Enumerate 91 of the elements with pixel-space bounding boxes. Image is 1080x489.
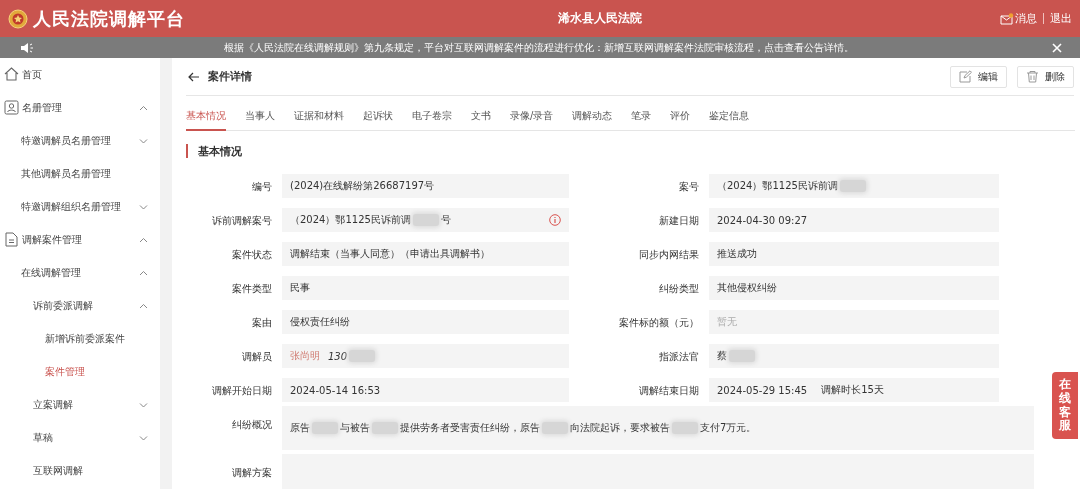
chevron-up-icon <box>139 104 148 111</box>
tab[interactable]: 笔录 <box>631 109 652 131</box>
field-value: 原告 与被告 提供劳务者受害责任纠纷，原告 向法院起诉，要求被告 支付7万元。 <box>282 406 1034 450</box>
field-value: 调解结束（当事人同意）（申请出具调解书） <box>282 242 569 266</box>
chevron-up-icon <box>139 236 148 243</box>
field-value: 推送成功 <box>709 242 999 266</box>
court-name: 浠水县人民法院 <box>558 10 642 27</box>
field-label: 诉前调解案号 <box>212 214 272 228</box>
field-label: 纠纷类型 <box>659 282 699 296</box>
field-value: 其他侵权纠纷 <box>709 276 999 300</box>
field-label: 案件标的额（元） <box>619 316 699 330</box>
tab[interactable]: 基本情况 <box>186 109 226 131</box>
emblem-icon <box>8 8 28 29</box>
pencil-icon <box>959 70 972 83</box>
field-label: 编号 <box>252 180 272 194</box>
redaction-block <box>412 214 439 226</box>
delete-button[interactable]: 删除 <box>1017 65 1074 88</box>
field-value: 张尚明 130 <box>282 344 569 368</box>
redaction-block <box>839 180 866 192</box>
back-arrow-icon[interactable] <box>188 71 200 82</box>
document-icon <box>4 232 19 247</box>
sidebar-item[interactable]: 草稿 <box>0 421 160 454</box>
field-label: 案件类型 <box>232 282 272 296</box>
field-label: 案由 <box>252 316 272 330</box>
tab[interactable]: 电子卷宗 <box>412 109 452 131</box>
chevron-down-icon <box>139 434 148 441</box>
close-button[interactable] <box>1050 40 1064 55</box>
person-card-icon <box>4 100 19 115</box>
field-value: 2024-05-14 16:53 <box>282 378 569 402</box>
logout-link[interactable]: 退出 <box>1050 11 1072 26</box>
sidebar-item[interactable]: 立案调解 <box>0 388 160 421</box>
redaction-block <box>349 350 376 362</box>
messages-link[interactable]: 消息 <box>1000 11 1037 26</box>
tab[interactable]: 评价 <box>670 109 691 131</box>
edit-button[interactable]: 编辑 <box>950 65 1007 88</box>
field-label: 案号 <box>679 180 699 194</box>
field-value: 蔡 <box>709 344 999 368</box>
online-service-tab[interactable]: 在线客服 <box>1052 372 1078 440</box>
tab[interactable]: 文书 <box>471 109 491 131</box>
tab[interactable]: 鉴定信息 <box>709 109 750 131</box>
chevron-down-icon <box>139 401 148 408</box>
sidebar-item[interactable]: 案件管理 <box>0 355 160 388</box>
field-value: （2024）鄂1125民诉前调 <box>709 174 999 198</box>
trash-icon <box>1026 70 1039 83</box>
sidebar-item[interactable]: 调解案件管理 <box>0 223 160 256</box>
field-label: 纠纷概况 <box>232 418 272 432</box>
tab[interactable]: 起诉状 <box>363 109 393 131</box>
field-label: 指派法官 <box>659 350 699 364</box>
field-value: (2024)在线解纷第26687197号 <box>282 174 569 198</box>
field-label: 同步内网结果 <box>639 248 699 262</box>
field-label: 调解方案 <box>232 466 272 480</box>
speaker-icon <box>20 41 34 54</box>
chevron-up-icon <box>139 269 148 276</box>
section-title: 基本情况 <box>198 143 242 159</box>
chevron-up-icon <box>139 302 148 309</box>
field-label: 调解员 <box>242 350 272 364</box>
sidebar-item[interactable]: 特邀调解组织名册管理 <box>0 190 160 223</box>
redaction-block <box>672 422 698 434</box>
chevron-down-icon <box>139 203 148 210</box>
redaction-block <box>372 422 398 434</box>
sidebar-item[interactable]: 其他调解员名册管理 <box>0 157 160 190</box>
field-value: （2024）鄂1125民诉前调 号 <box>282 208 569 232</box>
redaction-block <box>542 422 568 434</box>
redaction-block <box>312 422 338 434</box>
field-label: 调解结束日期 <box>639 384 699 398</box>
page-title: 案件详情 <box>208 69 252 84</box>
home-icon <box>4 67 19 82</box>
field-label: 案件状态 <box>232 248 272 262</box>
field-value: 侵权责任纠纷 <box>282 310 569 334</box>
field-value: 2024-04-30 09:27 <box>709 208 999 232</box>
platform-title: 人民法院调解平台 <box>33 6 185 31</box>
mail-icon <box>1000 12 1014 25</box>
field-label: 新建日期 <box>659 214 699 228</box>
tab[interactable]: 证据和材料 <box>294 109 344 131</box>
field-value: 暂无 <box>709 310 999 334</box>
field-value: 2024-05-29 15:45 调解时长15天 <box>709 378 999 402</box>
redaction-block <box>729 350 755 362</box>
sidebar-item[interactable]: 特邀调解员名册管理 <box>0 124 160 157</box>
info-icon <box>549 214 561 226</box>
sidebar-item[interactable]: 新增诉前委派案件 <box>0 322 160 355</box>
sidebar-item[interactable]: 在线调解管理 <box>0 256 160 289</box>
chevron-down-icon <box>139 137 148 144</box>
tab[interactable]: 当事人 <box>245 109 275 131</box>
sidebar-item[interactable]: 互联网调解 <box>0 454 160 487</box>
tab[interactable]: 录像/录音 <box>510 109 554 131</box>
sidebar-item[interactable]: 名册管理 <box>0 91 160 124</box>
sidebar-item[interactable]: 首页 <box>0 58 160 91</box>
field-value: 民事 <box>282 276 569 300</box>
tab[interactable]: 调解动态 <box>572 109 613 131</box>
sidebar-item[interactable]: 诉前委派调解 <box>0 289 160 322</box>
field-label: 调解开始日期 <box>212 384 272 398</box>
